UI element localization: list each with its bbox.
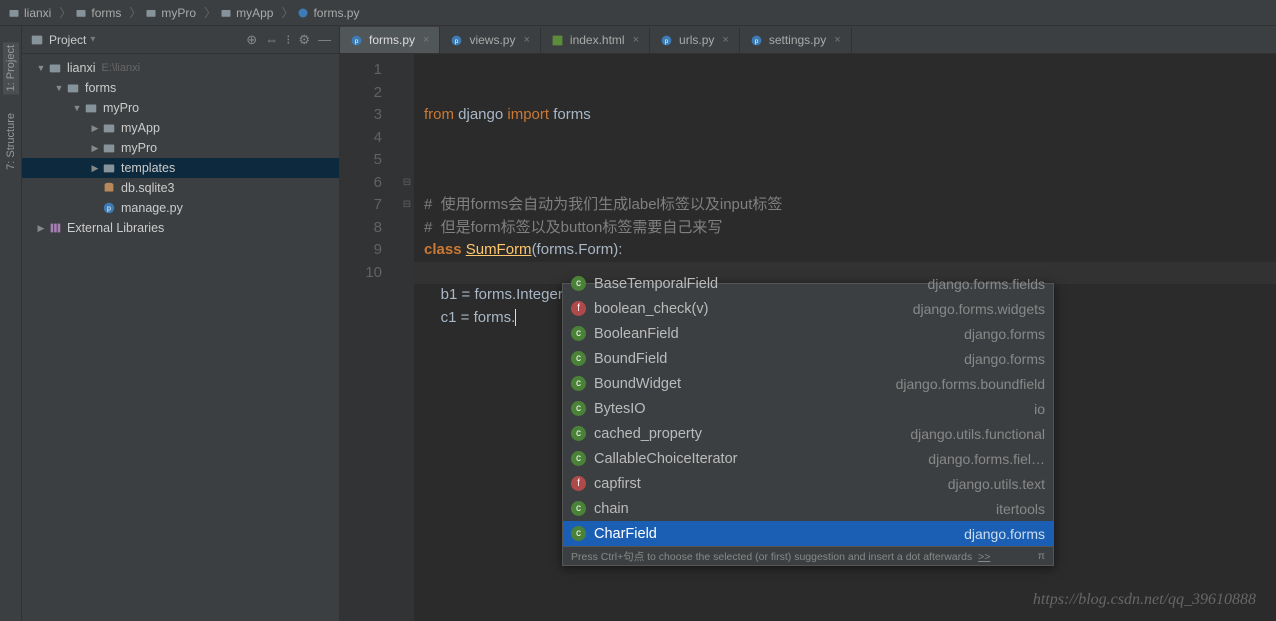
breadcrumb-item[interactable]: myPro (145, 6, 196, 20)
locate-icon[interactable]: ⊕ (246, 32, 257, 48)
project-title: Project (49, 33, 86, 47)
editor-tab[interactable]: index.html× (541, 27, 650, 53)
expand-arrow[interactable]: ▶ (88, 163, 102, 174)
close-tab-icon[interactable]: × (633, 34, 639, 46)
expand-arrow[interactable]: ▶ (88, 123, 102, 134)
expand-arrow[interactable]: ▼ (34, 63, 48, 73)
expand-arrow[interactable]: ▶ (88, 143, 102, 154)
py-icon: p (750, 34, 763, 47)
svg-text:p: p (455, 37, 459, 44)
completion-item[interactable]: fcapfirstdjango.utils.text (563, 471, 1053, 496)
project-tool-window: Project ▾ ⊕ ⇔ ⁝ ⚙ — ▼lianxiE:\lianxi▼for… (22, 26, 340, 621)
folder-icon (102, 141, 116, 155)
hide-icon[interactable]: — (318, 32, 331, 48)
editor-tabs: pforms.py×pviews.py×index.html×purls.py×… (340, 26, 1276, 54)
editor-tab[interactable]: pforms.py× (340, 27, 440, 53)
gear-icon[interactable]: ⚙ (298, 32, 310, 48)
completion-item[interactable]: cBytesIOio (563, 396, 1053, 421)
breadcrumb-item[interactable]: forms (75, 6, 121, 20)
close-tab-icon[interactable]: × (523, 34, 529, 46)
completion-item[interactable]: cCallableChoiceIteratordjango.forms.fiel… (563, 446, 1053, 471)
lib-icon (48, 221, 62, 235)
completion-item[interactable]: cBaseTemporalFielddjango.forms.fields (563, 271, 1053, 296)
close-tab-icon[interactable]: × (722, 34, 728, 46)
project-dropdown[interactable]: Project ▾ (30, 33, 246, 47)
py-icon: p (660, 34, 673, 47)
breadcrumb-item[interactable]: lianxi (8, 6, 51, 20)
line-gutter: 12345678910 (340, 54, 400, 621)
project-panel-header: Project ▾ ⊕ ⇔ ⁝ ⚙ — (22, 26, 339, 54)
completion-kind-icon: c (571, 376, 586, 391)
collapse-icon[interactable]: ⇔ (265, 32, 278, 48)
tree-node[interactable]: pmanage.py (22, 198, 339, 218)
folder-icon (84, 101, 98, 115)
completion-kind-icon: f (571, 476, 586, 491)
tool-tab[interactable]: 1: Project (3, 42, 19, 94)
breadcrumb-bar: lianxi〉forms〉myPro〉myApp〉forms.py (0, 0, 1276, 26)
py-icon: p (350, 34, 363, 47)
folder-icon (102, 161, 116, 175)
completion-kind-icon: c (571, 401, 586, 416)
tree-node[interactable]: ▼myPro (22, 98, 339, 118)
editor-tab[interactable]: purls.py× (650, 27, 740, 53)
breadcrumb-item[interactable]: myApp (220, 6, 273, 20)
completion-item[interactable]: cCharFielddjango.forms (563, 521, 1053, 546)
completion-item[interactable]: cchainitertools (563, 496, 1053, 521)
tree-node[interactable]: ▶myPro (22, 138, 339, 158)
project-tree[interactable]: ▼lianxiE:\lianxi▼forms▼myPro▶myApp▶myPro… (22, 54, 339, 621)
html-icon (551, 34, 564, 47)
completion-item[interactable]: cBoundWidgetdjango.forms.boundfield (563, 371, 1053, 396)
completion-pi-icon[interactable]: π (1038, 550, 1045, 562)
fold-column[interactable]: ⊟⊟ (400, 54, 414, 621)
py-icon: p (102, 201, 116, 215)
expand-arrow[interactable]: ▼ (70, 103, 84, 113)
completion-kind-icon: c (571, 426, 586, 441)
vertical-tool-tabs: 1: Project 7: Structure (0, 26, 22, 621)
completion-kind-icon: c (571, 351, 586, 366)
project-icon (30, 33, 44, 47)
folder-icon (48, 61, 62, 75)
svg-text:p: p (755, 37, 759, 44)
tool-tab[interactable]: 7: Structure (3, 110, 19, 173)
settings-icon[interactable]: ⁝ (286, 32, 290, 48)
svg-text:p: p (107, 206, 111, 213)
db-icon (102, 181, 116, 195)
completion-item[interactable]: cBoundFielddjango.forms (563, 346, 1053, 371)
completion-item[interactable]: cBooleanFielddjango.forms (563, 321, 1053, 346)
completion-kind-icon: c (571, 501, 586, 516)
breadcrumb-item[interactable]: forms.py (297, 6, 359, 20)
folder-icon (102, 121, 116, 135)
editor-tab[interactable]: psettings.py× (740, 27, 852, 53)
expand-arrow[interactable]: ▼ (52, 83, 66, 93)
editor-tab[interactable]: pviews.py× (440, 27, 540, 53)
tree-node[interactable]: ▶templates (22, 158, 339, 178)
close-tab-icon[interactable]: × (834, 34, 840, 46)
tree-node[interactable]: ▼lianxiE:\lianxi (22, 58, 339, 78)
tree-node[interactable]: ▼forms (22, 78, 339, 98)
chevron-down-icon: ▾ (90, 34, 95, 45)
completion-hint-link[interactable]: >> (978, 551, 990, 563)
completion-kind-icon: c (571, 526, 586, 541)
tree-node[interactable]: db.sqlite3 (22, 178, 339, 198)
text-caret (515, 309, 516, 326)
watermark: https://blog.csdn.net/qq_39610888 (1033, 591, 1256, 609)
svg-text:p: p (355, 37, 359, 44)
completion-item[interactable]: ccached_propertydjango.utils.functional (563, 421, 1053, 446)
completion-kind-icon: c (571, 451, 586, 466)
folder-icon (66, 81, 80, 95)
completion-kind-icon: f (571, 301, 586, 316)
completion-kind-icon: c (571, 326, 586, 341)
expand-arrow[interactable]: ▶ (34, 223, 48, 234)
tree-node[interactable]: ▶External Libraries (22, 218, 339, 238)
completion-item[interactable]: fboolean_check(v)django.forms.widgets (563, 296, 1053, 321)
completion-kind-icon: c (571, 276, 586, 291)
code-completion-popup[interactable]: cBaseTemporalFielddjango.forms.fieldsfbo… (562, 283, 1054, 566)
completion-hint-bar: Press Ctrl+句点 to choose the selected (or… (563, 546, 1053, 565)
py-icon: p (450, 34, 463, 47)
tree-node[interactable]: ▶myApp (22, 118, 339, 138)
panel-toolbar: ⊕ ⇔ ⁝ ⚙ — (246, 32, 331, 48)
svg-text:p: p (665, 37, 669, 44)
close-tab-icon[interactable]: × (423, 34, 429, 46)
